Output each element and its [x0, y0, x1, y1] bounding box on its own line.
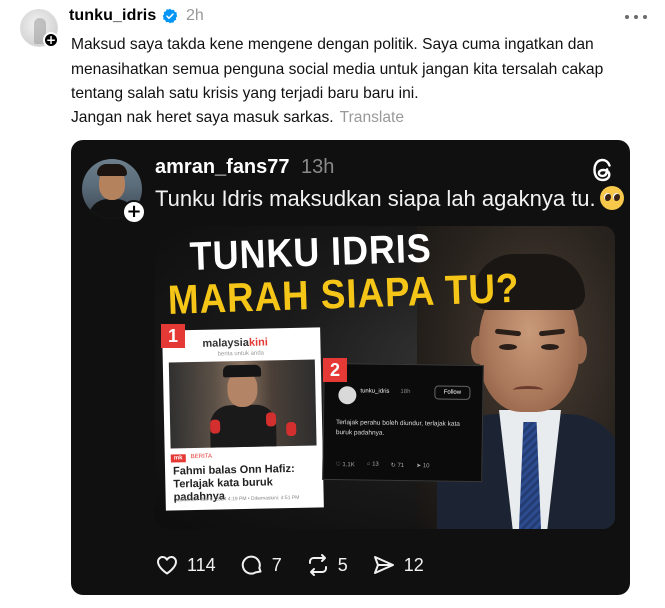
- post-text: Maksud saya takda kene mengene dengan po…: [71, 36, 604, 102]
- panel-likes-count: 1.1K: [342, 462, 355, 469]
- like-button[interactable]: 114: [155, 553, 216, 577]
- repost-icon: [308, 554, 327, 576]
- reply-count: 7: [271, 554, 282, 575]
- share-count: 12: [403, 554, 424, 575]
- man-mouth: [513, 386, 543, 394]
- panel-shares-count: 10: [422, 463, 430, 470]
- man-eye-left: [499, 344, 517, 350]
- heart-icon: [157, 556, 177, 575]
- follow-plus-icon[interactable]: +: [43, 32, 59, 48]
- quoted-post-card[interactable]: + amran_fans77 13h Tunku Idris maksudkan…: [71, 140, 630, 595]
- logo-part-b: kini: [248, 336, 268, 349]
- post-time: 2h: [186, 7, 204, 24]
- malaysiakini-logo: malaysiakini: [202, 336, 268, 349]
- panel-stats: ♡ 1.1K ○ 13 ↻ 71 ➤ 10: [335, 461, 475, 470]
- panel-shares: ➤ 10: [416, 463, 430, 470]
- quoted-follow-plus-icon[interactable]: +: [122, 200, 146, 224]
- share-button[interactable]: 12: [372, 553, 424, 577]
- quoted-image[interactable]: TUNKU IDRIS MARAH SIAPA TU? malaysiakini…: [155, 226, 615, 529]
- panel-text: Terlajak perahu boleh diundur, terlajak …: [335, 419, 460, 437]
- pleading-face-emoji-icon: [599, 186, 624, 210]
- translate-link[interactable]: Translate: [340, 109, 404, 126]
- verified-badge-icon: [162, 8, 178, 24]
- panel-reposts-count: 71: [397, 462, 405, 470]
- article-tag-prefix: mk: [170, 454, 186, 463]
- post-text-line: Jangan nak heret saya masuk sarkas.: [71, 109, 334, 126]
- panel-avatar: [338, 386, 357, 405]
- quoted-text-line: Tunku Idris maksudkan siapa lah agaknya …: [155, 186, 596, 211]
- logo-part-a: malaysia: [202, 336, 250, 350]
- panel-likes: ♡ 1.1K: [335, 462, 355, 469]
- site-tagline: berita untuk anda: [217, 350, 265, 358]
- panel-time: 18h: [400, 388, 411, 396]
- panel-number-badge-2: 2: [323, 358, 347, 382]
- panel-replies: ○ 13: [366, 461, 379, 468]
- panel-username: tunku_idris: [360, 388, 390, 395]
- action-bar: 114 7 5 12: [155, 550, 448, 580]
- like-count: 114: [187, 554, 216, 575]
- post-username[interactable]: tunku_idris: [69, 7, 156, 25]
- man-eye-right: [541, 344, 559, 350]
- panel-replies-count: 13: [372, 461, 379, 468]
- panel-reposts: ↻ 71: [390, 462, 405, 470]
- more-options-icon[interactable]: [625, 13, 647, 21]
- quoted-username[interactable]: amran_fans77: [155, 156, 290, 179]
- article-screenshot-panel: malaysiakini berita untuk anda mk BERITA…: [162, 327, 324, 511]
- post-text-second: Jangan nak heret saya masuk sarkas. Trans…: [71, 109, 404, 127]
- threads-logo-icon: [593, 158, 611, 182]
- repost-count: 5: [337, 554, 348, 575]
- quoted-time: 13h: [301, 156, 335, 178]
- reply-bubble-icon: [241, 555, 262, 575]
- panel-number-badge: 1: [161, 324, 185, 348]
- panel-follow-button: Follow: [434, 385, 471, 400]
- repost-button[interactable]: 5: [306, 553, 348, 577]
- quoted-text: Tunku Idris maksudkan siapa lah agaknya …: [155, 186, 624, 212]
- article-tag: BERITA: [190, 453, 213, 461]
- send-icon: [373, 556, 394, 574]
- reply-button[interactable]: 7: [240, 553, 282, 577]
- article-photo: [168, 359, 317, 449]
